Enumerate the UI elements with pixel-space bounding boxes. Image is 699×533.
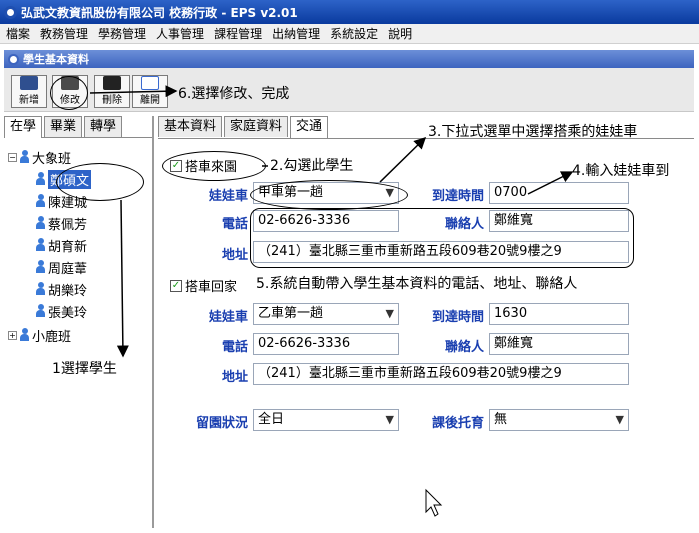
chevron-down-icon: ▼ [615,413,624,426]
collapse-icon[interactable]: − [8,152,17,162]
chevron-down-icon: ▼ [385,307,394,320]
dropoff-bus-label: 娃娃車 [208,310,248,325]
delete-icon [103,76,121,90]
student-name: 張美玲 [48,305,88,321]
dropoff-address-input[interactable]: （241）臺北縣三重市重新路五段609巷20號9樓之9 [253,363,629,385]
exit-icon [141,76,159,90]
window-title: 弘武文教資訊股份有限公司 校務行政 - EPS v2.01 [21,5,298,20]
menu-help[interactable]: 說明 [388,25,412,42]
expand-icon[interactable]: + [8,330,17,340]
annotation-box-autofill [250,208,634,268]
stay-status-value: 全日 [258,412,285,427]
tree-student[interactable]: 張美玲 [36,302,88,321]
dropoff-bus-select[interactable]: 乙車第一趟 ▼ [253,303,399,325]
tree-student[interactable]: 胡樂玲 [36,280,88,299]
left-tabs: 在學 畢業 轉學 [4,116,152,138]
annotation-3: 3.下拉式選單中選擇搭乘的娃娃車 [428,124,638,140]
menu-student-affairs[interactable]: 學務管理 [98,25,146,42]
student-icon [36,260,45,274]
tab-basic-info[interactable]: 基本資料 [158,116,223,137]
pickup-phone-label: 電話 [221,217,248,232]
menu-settings[interactable]: 系統設定 [330,25,378,42]
menu-personnel[interactable]: 人事管理 [156,25,204,42]
add-button[interactable]: 新增 [11,75,47,108]
dropoff-phone-input[interactable]: 02-6626-3336 [253,333,399,355]
add-button-label: 新增 [19,95,39,106]
annotation-1: 1選擇學生 [52,361,117,377]
annotation-circle-checkbox [162,151,266,181]
stay-status-select[interactable]: 全日 ▼ [253,409,399,431]
after-school-value: 無 [494,412,508,427]
student-icon [36,304,45,318]
annotation-4: 4.輸入娃娃車到 [572,163,670,179]
menu-courses[interactable]: 課程管理 [214,25,262,42]
dropoff-contact-label: 聯絡人 [444,340,484,355]
toolbar: 新增 修改 刪除 離開 [4,68,694,112]
app-icon [4,5,17,19]
exit-button[interactable]: 離開 [132,75,168,108]
student-icon [36,172,45,186]
annotation-6: 6.選擇修改、完成 [178,86,290,102]
dropoff-checkbox-label: 搭車回家 [185,280,238,295]
student-icon [36,282,45,296]
dropoff-address-label: 地址 [221,370,248,385]
pickup-time-input[interactable]: 0700 [489,182,629,204]
menu-academic[interactable]: 教務管理 [40,25,88,42]
tab-enrolled[interactable]: 在學 [4,116,43,138]
pickup-time-label: 到達時間 [431,189,484,204]
tree-student[interactable]: 周庭葦 [36,258,88,277]
class-name: 小鹿班 [32,329,72,345]
subwindow-icon [8,53,19,65]
annotation-circle-student [56,163,144,201]
dropoff-contact-input[interactable]: 鄭維寬 [489,333,629,355]
chevron-down-icon: ▼ [385,413,394,426]
dropoff-time-label: 到達時間 [431,310,484,325]
tree-student[interactable]: 蔡佩芳 [36,214,88,233]
annotation-5: 5.系統自動帶入學生基本資料的電話、地址、聯絡人 [256,276,578,292]
tree-class-deer[interactable]: + 小鹿班 [8,326,72,345]
delete-button-label: 刪除 [102,95,122,106]
group-icon [20,150,29,164]
student-name: 胡育新 [48,239,88,255]
menu-bar: 檔案 教務管理 學務管理 人事管理 課程管理 出納管理 系統設定 說明 [0,24,699,44]
student-icon [36,238,45,252]
annotation-2: 2.勾選此學生 [270,158,354,174]
stay-status-label: 留園狀況 [195,416,248,431]
tab-graduated[interactable]: 畢業 [44,116,83,137]
tab-transport[interactable]: 交通 [290,116,329,138]
dropoff-checkbox[interactable]: ✓ 搭車回家 [170,276,237,295]
dropoff-phone-label: 電話 [221,340,248,355]
group-icon [20,328,29,342]
menu-cashier[interactable]: 出納管理 [272,25,320,42]
class-name: 大象班 [32,151,72,167]
student-name: 周庭葦 [48,261,88,277]
title-bar: 弘武文教資訊股份有限公司 校務行政 - EPS v2.01 [0,0,699,24]
student-icon [36,194,45,208]
student-name: 胡樂玲 [48,283,88,299]
delete-button[interactable]: 刪除 [94,75,130,108]
annotation-circle-bus [250,180,408,210]
tab-family-info[interactable]: 家庭資料 [224,116,289,137]
student-icon [36,216,45,230]
pickup-bus-label: 娃娃車 [208,189,248,204]
after-school-label: 課後托育 [431,416,484,431]
annotation-circle-edit [50,76,88,110]
add-icon [20,76,38,90]
after-school-select[interactable]: 無 ▼ [489,409,629,431]
menu-file[interactable]: 檔案 [6,25,30,42]
exit-button-label: 離開 [140,95,160,106]
pickup-address-label: 地址 [221,248,248,263]
tree-class-elephant[interactable]: − 大象班 [8,148,72,167]
subwindow-title: 學生基本資料 [23,53,89,66]
detail-tabs: 基本資料 家庭資料 交通 [158,116,330,138]
checkbox-checked-icon: ✓ [170,279,182,292]
tab-transferred[interactable]: 轉學 [84,116,123,137]
dropoff-time-input[interactable]: 1630 [489,303,629,325]
dropoff-bus-value: 乙車第一趟 [258,306,324,321]
student-name: 蔡佩芳 [48,217,88,233]
tree-student[interactable]: 胡育新 [36,236,88,255]
subwindow-title-bar: 學生基本資料 [4,50,694,68]
